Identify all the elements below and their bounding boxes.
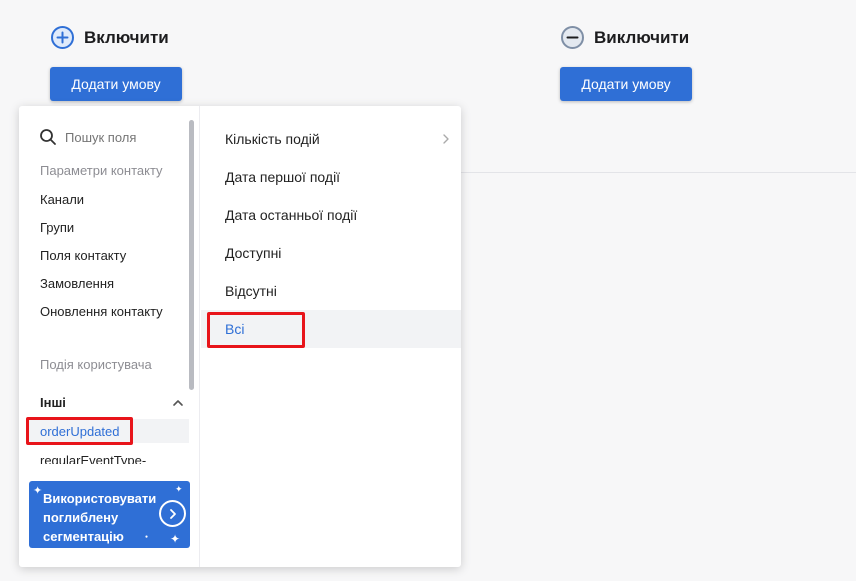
attr-item-available[interactable]: Доступні — [201, 234, 461, 272]
other-group-header[interactable]: Інші — [40, 395, 184, 410]
event-item-regular-event-type[interactable]: regularEventType- — [40, 452, 190, 464]
other-group-label: Інші — [40, 395, 66, 410]
highlight-box — [207, 312, 305, 348]
field-list-column: Параметри контакту Канали Групи Поля кон… — [19, 106, 200, 567]
include-add-condition-button[interactable]: Додати умову — [50, 67, 182, 101]
plus-circle-icon[interactable] — [51, 26, 74, 49]
minus-circle-icon[interactable] — [561, 26, 584, 49]
exclude-add-condition-button[interactable]: Додати умову — [560, 67, 692, 101]
exclude-title: Виключити — [594, 27, 690, 47]
field-item-channels[interactable]: Канали — [40, 192, 84, 207]
field-item-groups[interactable]: Групи — [40, 220, 74, 235]
sparkle-icon: ✦ — [33, 485, 43, 497]
include-section-header: Включити — [51, 26, 169, 49]
attr-item-label: Дата останньої події — [225, 207, 358, 223]
field-list-scrollbar[interactable] — [189, 120, 194, 390]
field-dropdown: Параметри контакту Канали Групи Поля кон… — [19, 106, 461, 567]
arrow-right-circle-icon[interactable] — [159, 500, 186, 527]
attr-item-missing[interactable]: Відсутні — [201, 272, 461, 310]
include-title: Включити — [84, 27, 169, 47]
content-divider — [460, 172, 856, 173]
attr-item-event-count[interactable]: Кількість подій — [201, 120, 461, 158]
attr-item-label: Відсутні — [225, 283, 277, 299]
field-item-contact-fields[interactable]: Поля контакту — [40, 248, 126, 263]
advanced-segmentation-banner[interactable]: ✦ ✦ ✦ ● Використовувати поглиблену сегме… — [29, 481, 190, 548]
exclude-section-header: Виключити — [561, 26, 689, 49]
attr-item-label: Доступні — [225, 245, 282, 261]
user-events-label: Подія користувача — [40, 357, 152, 372]
attr-item-last-event-date[interactable]: Дата останньої події — [201, 196, 461, 234]
field-item-contact-updates[interactable]: Оновлення контакту — [40, 304, 163, 319]
contact-params-label: Параметри контакту — [40, 163, 163, 178]
highlight-box — [26, 417, 133, 445]
attr-item-label: Кількість подій — [225, 131, 320, 147]
field-search — [39, 128, 175, 146]
field-item-orders[interactable]: Замовлення — [40, 276, 114, 291]
chevron-up-icon[interactable] — [172, 397, 184, 409]
search-icon — [40, 129, 56, 145]
attr-item-label: Дата першої події — [225, 169, 341, 185]
chevron-right-icon — [443, 134, 449, 144]
event-attribute-column: Кількість подій Дата першої події Дата о… — [201, 106, 461, 567]
attr-item-first-event-date[interactable]: Дата першої події — [201, 158, 461, 196]
search-input[interactable] — [65, 129, 175, 145]
sparkle-icon: ✦ — [170, 532, 181, 546]
sparkle-icon: ✦ — [175, 484, 183, 494]
advanced-segmentation-text: Використовувати поглиблену сегментацію — [43, 491, 157, 544]
